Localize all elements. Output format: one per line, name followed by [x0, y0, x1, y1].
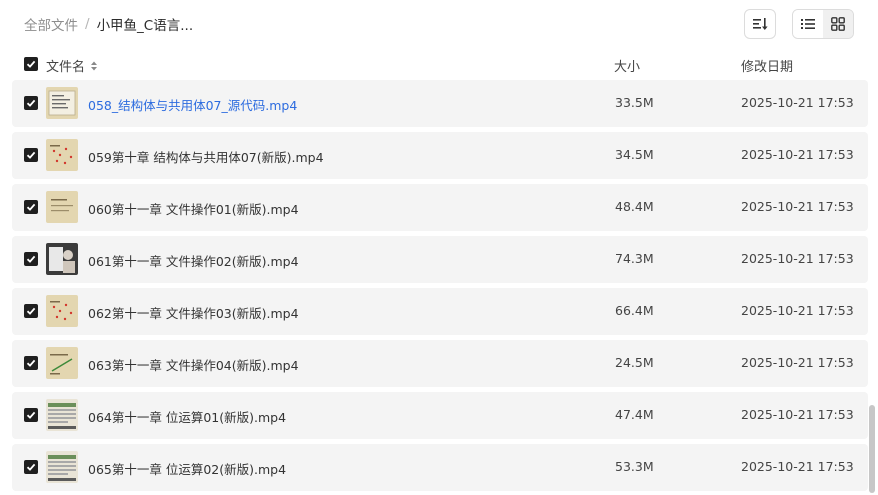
list-view-icon: [801, 19, 815, 29]
row-checkbox[interactable]: [24, 460, 38, 474]
file-size: 66.4M: [615, 303, 654, 318]
check-icon: [26, 359, 36, 367]
breadcrumb-separator: /: [85, 16, 90, 32]
file-size: 53.3M: [615, 459, 654, 474]
check-icon: [26, 99, 36, 107]
file-row[interactable]: 065第十一章 位运算02(新版).mp4 53.3M 2025-10-21 17:…: [12, 444, 868, 491]
file-name[interactable]: 060第十一章 文件操作01(新版).mp4: [88, 199, 299, 218]
breadcrumb-root-link[interactable]: 全部文件: [24, 14, 78, 34]
file-name[interactable]: 059第十章 结构体与共用体07(新版).mp4: [88, 147, 324, 166]
file-modified-date: 2025-10-21 17:53: [741, 459, 854, 474]
row-checkbox[interactable]: [24, 96, 38, 110]
file-row[interactable]: 060第十一章 文件操作01(新版).mp4 48.4M 2025-10-21 17…: [12, 184, 868, 231]
video-thumbnail[interactable]: [46, 295, 78, 327]
grid-view-button[interactable]: [823, 10, 853, 38]
top-bar: 全部文件 / 小甲鱼_C语言...: [0, 0, 878, 46]
row-checkbox[interactable]: [24, 304, 38, 318]
video-thumbnail[interactable]: [46, 451, 78, 483]
check-icon: [26, 307, 36, 315]
file-name[interactable]: 063第十一章 文件操作04(新版).mp4: [88, 355, 299, 374]
video-thumbnail[interactable]: [46, 347, 78, 379]
file-size: 33.5M: [615, 95, 654, 110]
file-modified-date: 2025-10-21 17:53: [741, 407, 854, 422]
column-header-size[interactable]: 大小: [614, 56, 640, 75]
breadcrumb: 全部文件 / 小甲鱼_C语言...: [24, 14, 193, 34]
file-row[interactable]: 058_结构体与共用体07_源代码.mp4 33.5M 2025-10-21 17:…: [12, 80, 868, 127]
file-size: 48.4M: [615, 199, 654, 214]
view-toggle: [792, 9, 854, 39]
sort-button[interactable]: [744, 9, 776, 39]
file-row[interactable]: 062第十一章 文件操作03(新版).mp4 66.4M 2025-10-21 17…: [12, 288, 868, 335]
check-icon: [26, 151, 36, 159]
check-icon: [26, 60, 36, 68]
row-checkbox[interactable]: [24, 408, 38, 422]
video-thumbnail[interactable]: [46, 87, 78, 119]
file-modified-date: 2025-10-21 17:53: [741, 95, 854, 110]
file-modified-date: 2025-10-21 17:53: [741, 355, 854, 370]
file-name[interactable]: 064第十一章 位运算01(新版).mp4: [88, 407, 286, 426]
select-all-checkbox[interactable]: [24, 57, 38, 71]
file-size: 34.5M: [615, 147, 654, 162]
check-icon: [26, 203, 36, 211]
row-checkbox[interactable]: [24, 148, 38, 162]
file-name[interactable]: 065第十一章 位运算02(新版).mp4: [88, 459, 286, 478]
grid-view-icon: [831, 17, 845, 31]
file-list-header: 文件名 大小 修改日期: [12, 48, 868, 80]
breadcrumb-current-folder: 小甲鱼_C语言...: [96, 18, 194, 34]
row-checkbox[interactable]: [24, 200, 38, 214]
file-list: 058_结构体与共用体07_源代码.mp4 33.5M 2025-10-21 17:…: [12, 80, 868, 495]
file-size: 24.5M: [615, 355, 654, 370]
check-icon: [26, 411, 36, 419]
file-row[interactable]: 063第十一章 文件操作04(新版).mp4 24.5M 2025-10-21 17…: [12, 340, 868, 387]
file-size: 47.4M: [615, 407, 654, 422]
check-icon: [26, 463, 36, 471]
file-name[interactable]: 061第十一章 文件操作02(新版).mp4: [88, 251, 299, 270]
file-name[interactable]: 058_结构体与共用体07_源代码.mp4: [88, 95, 297, 114]
video-thumbnail[interactable]: [46, 139, 78, 171]
video-thumbnail[interactable]: [46, 399, 78, 431]
file-size: 74.3M: [615, 251, 654, 266]
file-row[interactable]: 061第十一章 文件操作02(新版).mp4 74.3M 2025-10-21 17…: [12, 236, 868, 283]
column-header-modified[interactable]: 修改日期: [741, 56, 793, 75]
check-icon: [26, 255, 36, 263]
vertical-scrollbar[interactable]: [869, 405, 875, 493]
list-view-button[interactable]: [793, 10, 823, 38]
row-checkbox[interactable]: [24, 252, 38, 266]
sort-toggle-icon: [91, 61, 98, 70]
file-modified-date: 2025-10-21 17:53: [741, 303, 854, 318]
file-name[interactable]: 062第十一章 文件操作03(新版).mp4: [88, 303, 299, 322]
file-modified-date: 2025-10-21 17:53: [741, 147, 854, 162]
sort-icon: [753, 18, 768, 30]
video-thumbnail[interactable]: [46, 243, 78, 275]
column-header-name[interactable]: 文件名: [46, 56, 99, 75]
video-thumbnail[interactable]: [46, 191, 78, 223]
file-modified-date: 2025-10-21 17:53: [741, 199, 854, 214]
file-row[interactable]: 064第十一章 位运算01(新版).mp4 47.4M 2025-10-21 17:…: [12, 392, 868, 439]
row-checkbox[interactable]: [24, 356, 38, 370]
column-header-name-label: 文件名: [46, 60, 86, 75]
file-row[interactable]: 059第十章 结构体与共用体07(新版).mp4 34.5M 2025-10-21 …: [12, 132, 868, 179]
file-modified-date: 2025-10-21 17:53: [741, 251, 854, 266]
